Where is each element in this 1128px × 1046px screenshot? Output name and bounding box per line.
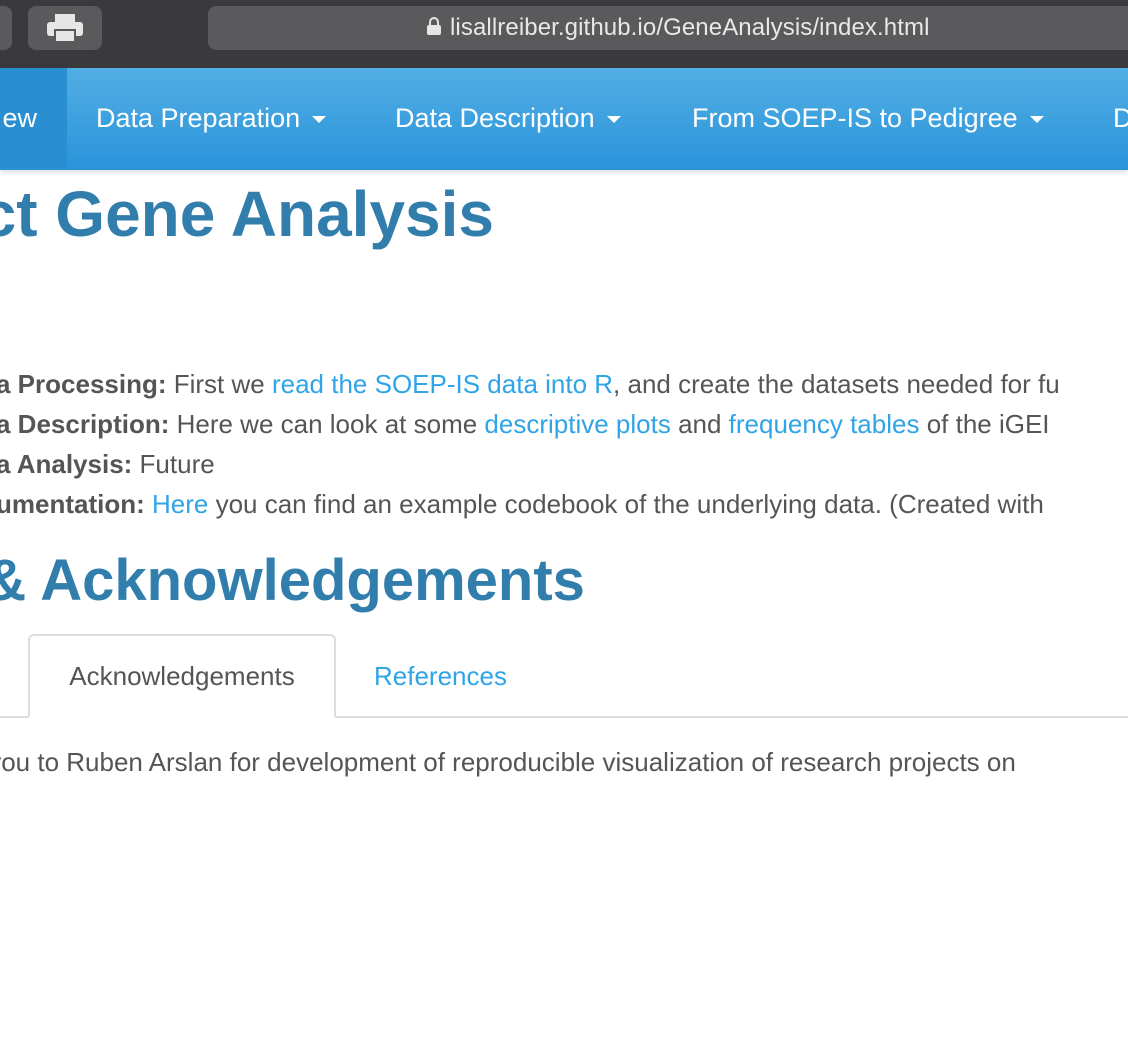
authors-heading: ors & Acknowledgements	[0, 548, 585, 613]
address-content: lisallreiber.github.io/GeneAnalysis/inde…	[426, 6, 930, 50]
list-item-label: a Analysis:	[0, 449, 133, 479]
nav-item-label: From SOEP-IS to Pedigree	[692, 102, 1018, 133]
tab-acknowledgements[interactable]: Acknowledgements	[28, 634, 336, 718]
nav-item-data-preparation[interactable]: Data Preparation	[96, 68, 327, 168]
address-bar[interactable]: lisallreiber.github.io/GeneAnalysis/inde…	[208, 6, 1128, 50]
list-item-label: umentation:	[0, 489, 145, 519]
tab-label: Acknowledgements	[69, 660, 295, 691]
caret-down-icon	[312, 116, 327, 123]
list-item-processing: a Processing: First we read the SOEP-IS …	[0, 364, 1060, 404]
nav-item-data-description[interactable]: Data Description	[395, 68, 621, 168]
tab-label: References	[374, 660, 507, 691]
descriptive-plots-link[interactable]: descriptive plots	[484, 409, 670, 439]
nav-item-partial[interactable]: D	[1113, 68, 1128, 168]
url-text: lisallreiber.github.io/GeneAnalysis/inde…	[450, 14, 930, 41]
read-data-link[interactable]: read the SOEP-IS data into R	[272, 369, 613, 399]
codebook-link[interactable]: Here	[152, 489, 208, 519]
nav-item-soep-to-pedigree[interactable]: From SOEP-IS to Pedigree	[692, 68, 1044, 168]
nav-item-overview-label: ew	[2, 102, 37, 133]
frequency-tables-link[interactable]: frequency tables	[729, 409, 920, 439]
lock-icon	[426, 16, 442, 41]
list-item-analysis: a Analysis: Future	[0, 444, 215, 484]
list-item-text: First we	[166, 369, 272, 399]
caret-down-icon	[606, 116, 621, 123]
list-item-text: you can find an example codebook of the …	[208, 489, 1044, 519]
nav-item-label: D	[1113, 102, 1128, 133]
nav-item-overview[interactable]: ew	[0, 68, 67, 168]
list-item-text: Here we can look at some	[169, 409, 485, 439]
list-item-label: a Processing:	[0, 369, 167, 399]
list-item-text: of the iGEI	[919, 409, 1050, 439]
list-item-label: a Description:	[0, 409, 170, 439]
page: lisallreiber.github.io/GeneAnalysis/inde…	[0, 0, 1128, 1046]
list-item-documentation: umentation: Here you can find an example…	[0, 484, 1044, 524]
acknowledgement-text: k you to Ruben Arslan for development of…	[0, 747, 1016, 777]
list-item-text: , and create the datasets needed for fu	[613, 369, 1060, 399]
list-item-text	[145, 489, 152, 519]
browser-button-partial[interactable]	[0, 6, 12, 50]
page-title: ect Gene Analysis	[0, 178, 494, 250]
nav-item-label: Data Description	[395, 102, 595, 133]
print-button[interactable]	[28, 6, 102, 50]
list-item-description: a Description: Here we can look at some …	[0, 404, 1050, 444]
list-item-text: Future	[132, 449, 215, 479]
browser-toolbar: lisallreiber.github.io/GeneAnalysis/inde…	[0, 0, 1128, 718]
caret-down-icon	[1029, 116, 1044, 123]
nav-item-label: Data Preparation	[96, 102, 301, 133]
printer-icon	[47, 14, 83, 43]
tab-references[interactable]: References	[374, 634, 507, 718]
site-navbar: ew Data Preparation Data Description Fro…	[0, 68, 1128, 170]
list-item-text: and	[670, 409, 729, 439]
